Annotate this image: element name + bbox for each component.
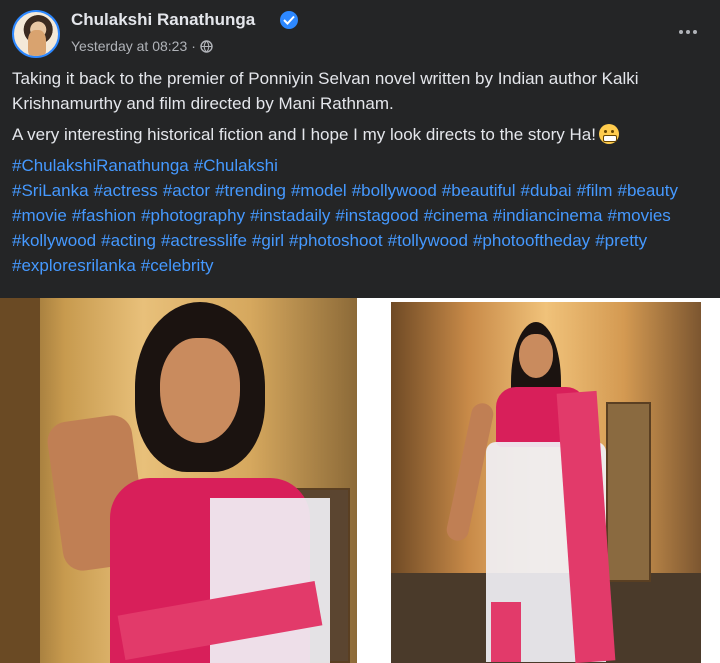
photo-left-face [160,338,240,443]
hashtag-link[interactable]: #fashion [72,203,136,228]
hashtag-link[interactable]: #cinema [424,203,488,228]
post-paragraph-1: Taking it back to the premier of Ponniyi… [12,69,639,113]
hashtag-link[interactable]: #film [577,178,613,203]
post-paragraph-2-text: A very interesting historical fiction an… [12,125,596,144]
hashtag-link[interactable]: #movies [608,203,671,228]
hashtag-link[interactable]: #acting [101,228,156,253]
photo-left[interactable] [0,298,357,663]
hashtag-link[interactable]: #SriLanka [12,178,89,203]
photo-right-door [606,402,651,582]
avatar-figure [28,30,46,56]
hashtag-link[interactable]: #photoshoot [289,228,383,253]
avatar[interactable] [12,10,60,58]
hashtag-link[interactable]: #photooftheday [473,228,590,253]
post-timestamp[interactable]: Yesterday at 08:23 [71,38,187,54]
hashtag-link[interactable]: #actress [94,178,158,203]
post-header: Chulakshi Ranathunga Yesterday at 08:23 … [12,8,708,58]
hashtag-link[interactable]: #dubai [521,178,572,203]
hashtag-link[interactable]: #beauty [617,178,678,203]
hashtag-link[interactable]: #pretty [595,228,647,253]
hashtag-link[interactable]: #kollywood [12,228,96,253]
hashtag-link[interactable]: #instadaily [250,203,330,228]
facebook-post: Chulakshi Ranathunga Yesterday at 08:23 … [0,0,720,663]
photo-right-scene [391,302,701,663]
hashtag-link[interactable]: #actor [163,178,210,203]
globe-icon[interactable] [200,39,213,53]
meta-separator: · [191,38,196,54]
post-body: Taking it back to the premier of Ponniyi… [12,66,712,278]
hashtag-link[interactable]: #actresslife [161,228,247,253]
hashtag-link[interactable]: #indiancinema [493,203,603,228]
grimacing-face-emoji-icon [598,124,619,144]
post-meta: Yesterday at 08:23 · [71,38,213,54]
hashtag-link[interactable]: #girl [252,228,284,253]
hashtag-link[interactable]: #bollywood [352,178,437,203]
hashtag-link[interactable]: #movie [12,203,67,228]
post-paragraph-2: A very interesting historical fiction an… [12,122,712,147]
hashtag-link[interactable]: #photography [141,203,245,228]
verified-badge-icon [280,11,298,29]
hashtag-link[interactable]: #trending [215,178,286,203]
photo-right[interactable] [361,298,720,663]
hashtag-link[interactable]: #ChulakshiRanathunga [12,153,189,178]
photo-right-face [519,334,553,378]
photo-grid [0,298,720,663]
photo-right-saree-hem [491,602,521,662]
author-name[interactable]: Chulakshi Ranathunga [71,10,255,30]
hashtag-link[interactable]: #model [291,178,347,203]
hashtag-link[interactable]: #Chulakshi [194,153,278,178]
more-options-icon[interactable] [670,14,706,50]
hashtag-link[interactable]: #exploresrilanka [12,253,136,278]
hashtag-list: #ChulakshiRanathunga #Chulakshi #SriLanka #… [12,153,708,278]
hashtag-link[interactable]: #tollywood [388,228,468,253]
hashtag-link[interactable]: #instagood [335,203,418,228]
photo-left-wall-shadow [0,298,40,663]
hashtag-link[interactable]: #celebrity [141,253,214,278]
hashtag-link[interactable]: #beautiful [442,178,516,203]
